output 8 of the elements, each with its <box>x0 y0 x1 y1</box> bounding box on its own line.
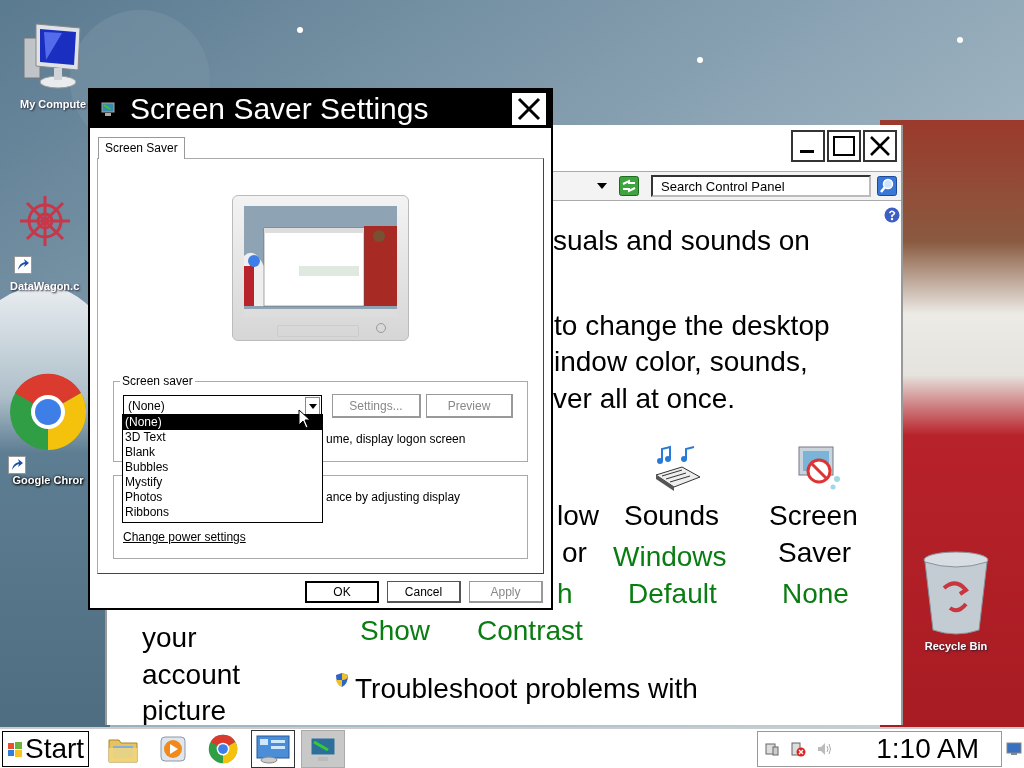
clock[interactable]: 1:10 AM <box>876 732 979 765</box>
start-button[interactable]: Start <box>2 730 90 767</box>
network-icon[interactable] <box>764 740 780 757</box>
show-desktop-icon[interactable] <box>1006 741 1022 756</box>
taskbar-button[interactable] <box>301 729 346 768</box>
windows-logo-icon <box>7 740 23 757</box>
power-warning-icon[interactable] <box>790 740 806 757</box>
chrome-icon[interactable] <box>208 733 239 764</box>
